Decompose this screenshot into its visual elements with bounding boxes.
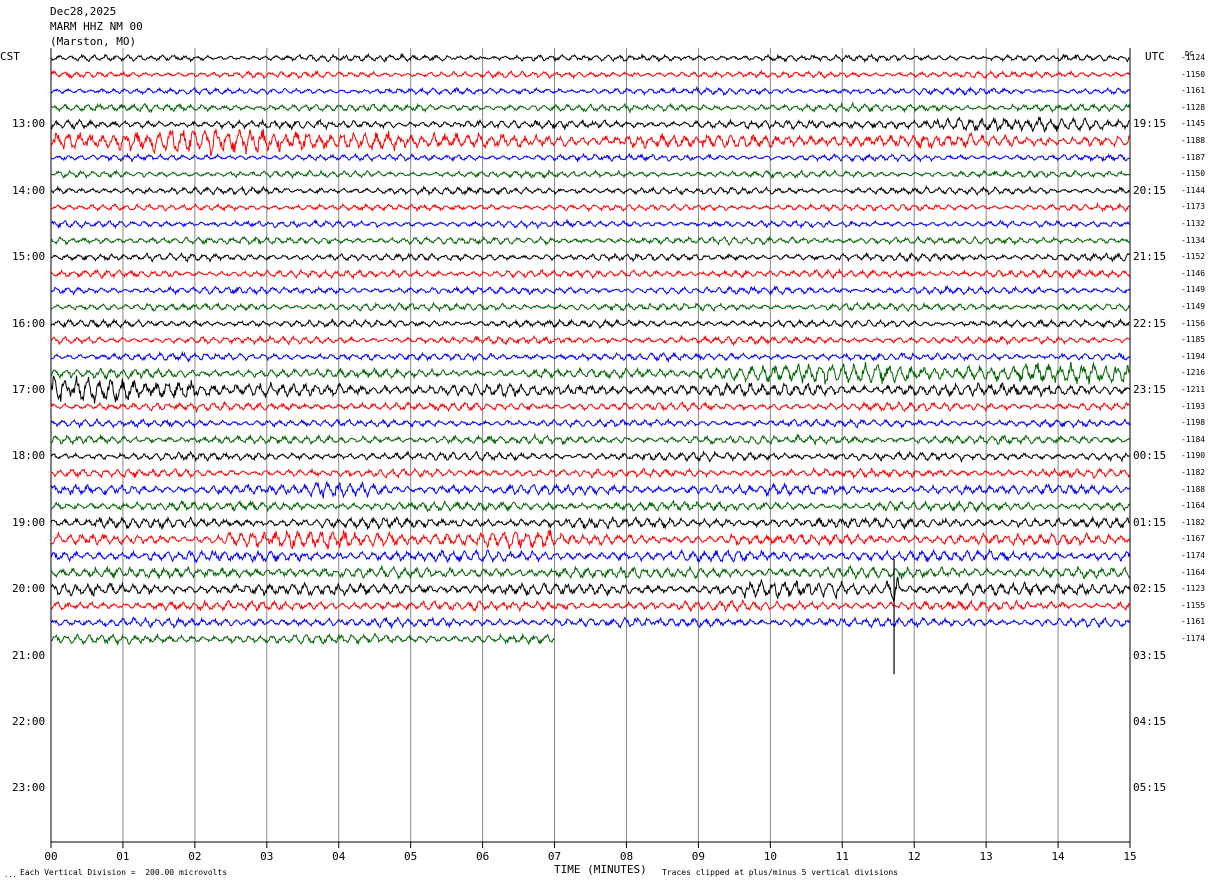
seismic-trace — [50, 101, 1130, 114]
seismic-trace — [50, 152, 1130, 164]
seismic-trace — [50, 301, 1130, 313]
seismic-trace — [50, 598, 1130, 613]
seismic-trace — [50, 184, 1130, 197]
x-tick-label: 14 — [1051, 850, 1065, 863]
seismic-trace — [50, 548, 1130, 564]
seismic-trace — [50, 632, 555, 647]
seismic-trace — [50, 235, 1130, 247]
corner-mark: ... — [4, 871, 17, 879]
seismic-trace — [50, 317, 1130, 330]
seismic-trace — [50, 334, 1130, 347]
x-tick-label: 09 — [692, 850, 705, 863]
seismic-trace — [50, 499, 1130, 513]
seismic-trace — [50, 52, 1130, 64]
x-axis: 00 01 02 03 04 05 06 07 08 09 10 11 12 13 14 15 — [44, 841, 1137, 863]
seismic-trace — [50, 375, 1130, 404]
clip-note: Traces clipped at plus/minus 5 vertical … — [662, 868, 899, 877]
seismic-trace — [50, 169, 1130, 180]
seismic-trace — [50, 616, 1130, 630]
seismic-trace — [50, 284, 1130, 296]
seismic-trace — [50, 116, 1130, 134]
x-tick-label: 02 — [188, 850, 201, 863]
x-tick-label: 07 — [548, 850, 561, 863]
seismic-trace — [50, 564, 1130, 581]
x-tick-label: 12 — [908, 850, 921, 863]
trace-group — [50, 52, 1130, 675]
x-tick-label: 10 — [764, 850, 777, 863]
helicorder-plot: 00 01 02 03 04 05 06 07 08 09 10 11 12 13 14 15 — [44, 48, 1137, 863]
seismic-trace — [50, 450, 1130, 463]
seismic-trace — [50, 251, 1130, 263]
seismic-trace — [50, 400, 1130, 414]
x-tick-label: 11 — [836, 850, 849, 863]
plot-grid — [50, 48, 1131, 842]
x-tick-label: 13 — [980, 850, 993, 863]
seismic-trace — [50, 528, 1130, 550]
x-tick-label: 06 — [476, 850, 489, 863]
x-tick-label: 00 — [44, 850, 57, 863]
x-tick-label: 08 — [620, 850, 633, 863]
x-tick-label: 01 — [116, 850, 129, 863]
seismic-trace — [50, 85, 1130, 97]
seismic-trace — [50, 128, 1130, 157]
scale-note: Each Vertical Division = 200.00 microvol… — [20, 868, 228, 877]
seismic-trace — [50, 218, 1130, 230]
x-tick-label: 15 — [1123, 850, 1136, 863]
x-axis-label: TIME (MINUTES) — [554, 863, 647, 876]
x-tick-label: 03 — [260, 850, 273, 863]
seismic-trace — [50, 361, 1130, 385]
seismic-trace — [50, 515, 1130, 531]
seismic-trace — [50, 350, 1130, 364]
seismic-trace — [50, 432, 1130, 446]
seismic-trace — [50, 69, 1130, 80]
seismic-trace — [50, 576, 1130, 603]
x-tick-label: 05 — [404, 850, 417, 863]
seismic-trace — [50, 201, 1130, 213]
seismic-trace — [50, 267, 1130, 281]
seismic-trace — [50, 480, 1130, 500]
seismic-trace — [50, 466, 1130, 480]
seismic-trace — [50, 417, 1130, 429]
x-tick-label: 04 — [332, 850, 346, 863]
